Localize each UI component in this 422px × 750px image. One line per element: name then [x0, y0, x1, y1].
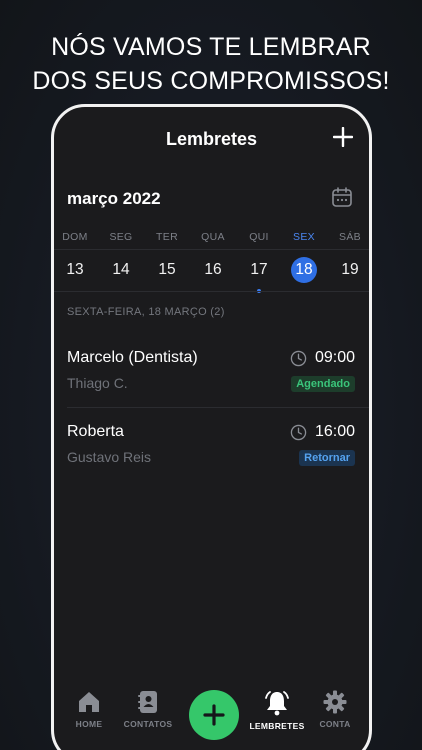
day-cell[interactable]: 14 [101, 255, 141, 285]
headline-line-2: DOS SEUS COMPROMISSOS! [32, 67, 390, 95]
tab-account[interactable]: CONTA [305, 689, 365, 729]
weekday-labels: DOM SEG TER QUA QUI SEX SÁB [54, 231, 369, 245]
appointment-contact: Gustavo Reis [67, 449, 152, 465]
phone-frame: Lembretes março 2022 DOM SEG TER QUA QUI… [51, 104, 372, 750]
month-label: março 2022 [67, 189, 161, 208]
weekday-label: TER [156, 231, 178, 243]
plus-icon [203, 704, 225, 726]
status-badge: Agendado [291, 376, 355, 392]
tab-label: CONTA [319, 719, 351, 729]
fab-add-button[interactable] [189, 690, 239, 740]
tab-reminders[interactable]: LEMBRETES [247, 689, 307, 731]
appointment-name: Marcelo (Dentista) [67, 349, 198, 366]
week-strip: 13 14 15 16 17 18 19 [54, 255, 369, 293]
weekday-label: QUI [249, 231, 269, 243]
tab-label: CONTATOS [123, 719, 173, 729]
appointment-name: Roberta [67, 423, 124, 440]
tab-label: HOME [75, 719, 103, 729]
weekday-label-selected: SEX [293, 231, 315, 243]
day-cell[interactable]: 15 [147, 255, 187, 285]
tab-label: LEMBRETES [249, 721, 305, 731]
promo-headline: NÓS VAMOS TE LEMBRAR DOS SEUS COMPROMISS… [0, 30, 422, 98]
status-badge: Retornar [299, 450, 355, 466]
weekday-label: SEG [109, 231, 133, 243]
appointment-contact: Thiago C. [67, 375, 128, 391]
headline-line-1: NÓS VAMOS TE LEMBRAR [51, 33, 371, 61]
weekday-label: QUA [201, 231, 225, 243]
day-cell[interactable]: 16 [193, 255, 233, 285]
tab-home[interactable]: HOME [59, 689, 119, 729]
clock-icon [290, 424, 307, 440]
calendar-button[interactable] [331, 186, 353, 208]
day-cell[interactable]: 13 [55, 255, 95, 285]
page-title: Lembretes [165, 129, 258, 149]
appointment-time: 09:00 [290, 349, 355, 367]
divider [54, 249, 369, 250]
divider [67, 407, 369, 408]
day-cell-selected[interactable]: 18 [284, 255, 324, 285]
tab-contacts[interactable]: CONTATOS [118, 689, 178, 729]
day-cell[interactable]: 19 [330, 255, 369, 285]
gear-icon [323, 690, 347, 714]
appointment-row[interactable]: Marcelo (Dentista) Thiago C. 09:00 Agend… [67, 349, 355, 409]
divider [54, 291, 369, 292]
bell-icon [265, 691, 289, 716]
section-header: SEXTA-FEIRA, 18 MARÇO (2) [67, 306, 225, 318]
weekday-label: SÁB [339, 231, 361, 243]
weekday-label: DOM [62, 231, 88, 243]
appointment-row[interactable]: Roberta Gustavo Reis 16:00 Retornar [67, 423, 355, 483]
appointment-time: 16:00 [290, 423, 355, 441]
add-reminder-button[interactable] [331, 125, 355, 149]
home-icon [79, 692, 99, 712]
contacts-icon [138, 691, 157, 713]
calendar-icon [332, 187, 352, 207]
plus-icon [333, 127, 353, 147]
day-cell-with-event[interactable]: 17 [239, 255, 279, 293]
clock-icon [290, 350, 307, 366]
